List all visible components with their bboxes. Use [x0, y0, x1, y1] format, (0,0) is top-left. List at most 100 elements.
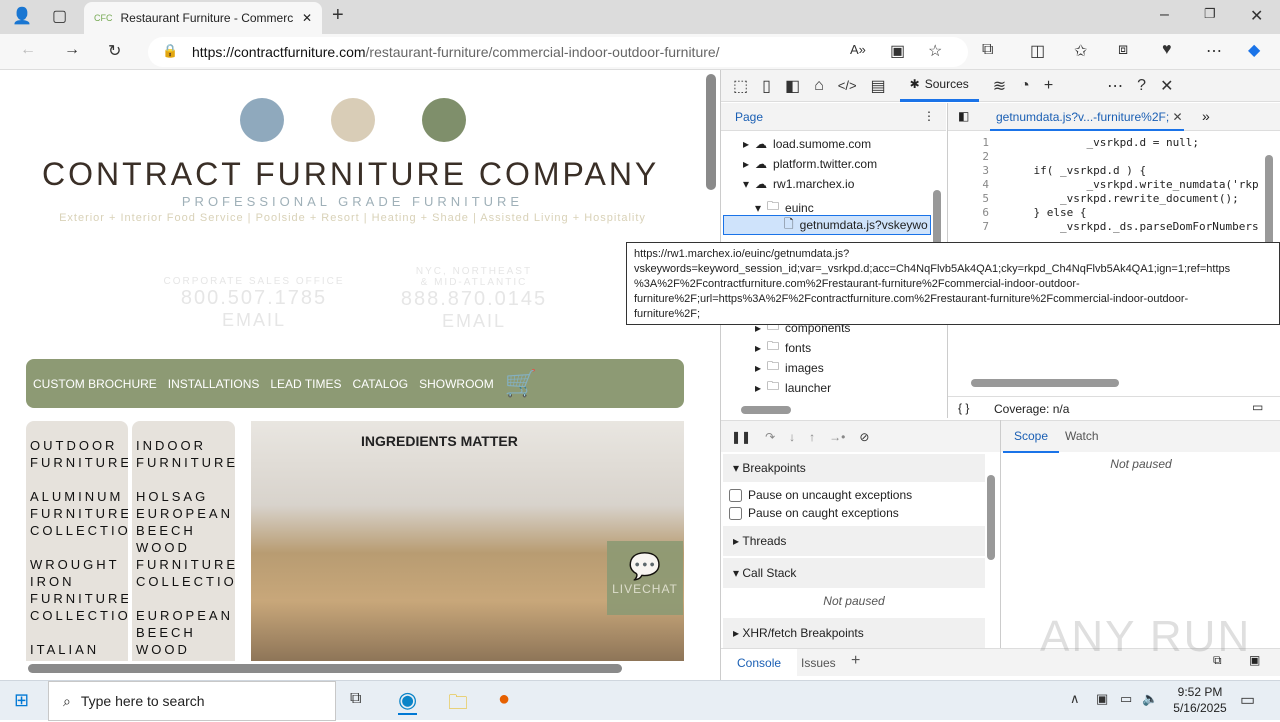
network-icon[interactable]: ≋ [993, 76, 1006, 96]
pretty-print-button[interactable]: { } [958, 401, 969, 415]
editor-file-tab[interactable]: getnumdata.js?v...-furniture%2F; ✕ [990, 103, 1184, 131]
favorites-icon[interactable]: ✩ [1074, 41, 1087, 61]
threads-section[interactable]: ▸ Threads [723, 526, 985, 556]
nav-installations[interactable]: INSTALLATIONS [168, 377, 260, 391]
extensions-icon[interactable]: ⧉ [982, 41, 993, 59]
close-window-button[interactable]: ✕ [1250, 6, 1263, 26]
nav-catalog[interactable]: CATALOG [353, 377, 409, 391]
deactivate-breakpoints-icon[interactable]: ⊘ [859, 430, 869, 444]
pause-uncaught-checkbox[interactable]: Pause on uncaught exceptions [729, 488, 912, 502]
nav-showroom[interactable]: SHOWROOM [419, 377, 494, 391]
phone-link[interactable]: 800.507.1785 [160, 287, 348, 310]
menu-aluminum[interactable]: ALUMINUM FURNITURE COLLECTIONS [30, 488, 128, 539]
tab-console[interactable]: Console [721, 649, 798, 677]
nav-lead-times[interactable]: LEAD TIMES [270, 377, 341, 391]
volume-icon[interactable]: 🔈 [1142, 691, 1158, 707]
more-menu-icon[interactable]: ⋯ [1206, 41, 1222, 61]
navigator-h-scrollbar[interactable] [741, 406, 791, 414]
xhr-breakpoints-section[interactable]: ▸ XHR/fetch Breakpoints [723, 618, 985, 648]
read-aloud-icon[interactable]: A» [850, 42, 866, 57]
forward-button[interactable]: → [64, 41, 80, 59]
tab-watch[interactable]: Watch [1065, 429, 1099, 443]
breakpoints-section[interactable]: ▾ Breakpoints [723, 454, 985, 482]
welcome-home-icon[interactable]: ⌂ [814, 77, 824, 95]
menu-holsag[interactable]: HOLSAG EUROPEAN BEECH WOOD FURNITURE COL… [136, 488, 235, 590]
navigator-scrollbar[interactable] [933, 190, 941, 250]
collections-icon[interactable]: ⧈ [1118, 41, 1128, 59]
browser-tab[interactable]: CFC Restaurant Furniture - Commercial ✕ [84, 2, 322, 34]
more-tools-icon[interactable]: + [1044, 77, 1053, 95]
new-tab-button[interactable]: + [332, 4, 344, 27]
menu-italian[interactable]: ITALIAN [30, 641, 124, 658]
file-explorer-icon[interactable]: 🗀 [448, 688, 468, 722]
help-icon[interactable]: ? [1137, 77, 1146, 95]
cart-icon[interactable]: 🛒 [505, 368, 537, 399]
minimize-button[interactable]: – [1160, 6, 1169, 24]
tab-issues[interactable]: Issues [801, 656, 836, 670]
refresh-button[interactable]: ↻ [108, 41, 121, 61]
code-editor[interactable]: 1 _vsrkpd.d = null; 2 3 if( _vsrkpd.d ) … [949, 136, 1259, 236]
clock[interactable]: 9:52 PM 5/16/2025 [1168, 684, 1232, 716]
tree-item[interactable]: ▸ ☁ load.sumome.com [743, 137, 871, 151]
tab-scope[interactable]: Scope [1003, 421, 1060, 453]
inspect-icon[interactable]: ⬚ [733, 76, 748, 96]
taskbar-search[interactable]: ⌕ Type here to search [48, 681, 336, 721]
customize-menu-icon[interactable]: ⋯ [1107, 76, 1123, 96]
performance-icon[interactable]: ◔ [1020, 77, 1030, 95]
page-vertical-scrollbar[interactable] [706, 74, 716, 190]
debugger-scrollbar[interactable] [987, 475, 995, 560]
nav-custom-brochure[interactable]: CUSTOM BROCHURE [33, 377, 157, 391]
close-file-tab-icon[interactable]: ✕ [1173, 110, 1183, 124]
step-out-icon[interactable]: ↑ [809, 430, 815, 444]
task-view-icon[interactable]: ⧉ [350, 690, 361, 708]
close-devtools-icon[interactable]: ✕ [1160, 76, 1173, 96]
tree-item[interactable]: ▸ 🗀 fonts [755, 337, 811, 358]
close-tab-icon[interactable]: ✕ [302, 11, 312, 25]
tree-item-selected[interactable]: 🗋 getnumdata.js?vskeywo [723, 215, 931, 235]
menu-wrought-iron[interactable]: WROUGHT IRON FURNITURE COLLECTIONS [30, 556, 128, 624]
back-button[interactable]: ← [20, 41, 36, 59]
editor-scrollbar[interactable] [1265, 155, 1273, 255]
phone-link[interactable]: 888.870.0145 [380, 288, 568, 311]
tree-item[interactable]: ▸ 🗀 images [755, 357, 824, 378]
favorite-star-icon[interactable]: ☆ [928, 41, 942, 61]
navigator-menu-icon[interactable]: ⋮ [923, 109, 935, 123]
add-tab-icon[interactable]: + [851, 652, 860, 670]
editor-h-scrollbar[interactable] [971, 379, 1119, 387]
tray-device-icon[interactable]: ▣ [1096, 691, 1108, 707]
tree-item[interactable]: ▾ ☁ rw1.marchex.io [743, 177, 854, 191]
pause-icon[interactable]: ❚❚ [731, 430, 751, 444]
menu-european-beech[interactable]: EUROPEAN BEECH WOOD [136, 607, 231, 658]
email-link[interactable]: EMAIL [160, 310, 348, 331]
menu-outdoor-furniture[interactable]: OUTDOOR FURNITURE [30, 437, 128, 471]
elements-icon[interactable]: </> [838, 78, 857, 93]
menu-indoor-furniture[interactable]: INDOOR FURNITURE [136, 437, 235, 471]
tab-actions-icon[interactable]: ▢ [52, 6, 67, 26]
dock-icon[interactable]: ◧ [785, 76, 800, 96]
step-into-icon[interactable]: ↓ [789, 430, 795, 444]
split-screen-icon[interactable]: ◫ [1030, 41, 1045, 61]
email-link[interactable]: EMAIL [380, 311, 568, 332]
firefox-icon[interactable]: ● [498, 688, 510, 711]
drawer-icon[interactable]: ▭ [1252, 400, 1263, 414]
windows-start-icon[interactable]: ⊞ [14, 690, 29, 711]
call-stack-section[interactable]: ▾ Call Stack [723, 558, 985, 588]
copilot-icon[interactable]: ◆ [1248, 40, 1260, 60]
url-input[interactable]: 🔒 https://contractfurniture.com/restaura… [148, 37, 968, 67]
tab-sources[interactable]: ✱ Sources [899, 70, 979, 102]
step-icon[interactable]: →• [829, 430, 845, 444]
network-tray-icon[interactable]: ▭ [1120, 691, 1132, 707]
notifications-icon[interactable]: ▭ [1240, 690, 1255, 710]
device-toolbar-icon[interactable]: ▯ [762, 76, 771, 96]
performance-icon[interactable]: ♥ [1162, 41, 1172, 59]
checkbox[interactable] [729, 488, 742, 502]
lock-icon[interactable]: 🔒 [162, 43, 178, 59]
console-icon[interactable]: ▤ [871, 76, 886, 96]
maximize-button[interactable]: ❐ [1204, 6, 1216, 22]
step-over-icon[interactable]: ↷ [765, 430, 775, 444]
edge-taskbar-icon[interactable]: ◉ [398, 687, 418, 715]
tree-item[interactable]: ▸ 🗀 launcher [755, 377, 831, 398]
page-horizontal-scrollbar[interactable] [28, 664, 622, 673]
tray-chevron-icon[interactable]: ∧ [1070, 691, 1080, 707]
profile-icon[interactable]: 👤 [12, 6, 32, 26]
